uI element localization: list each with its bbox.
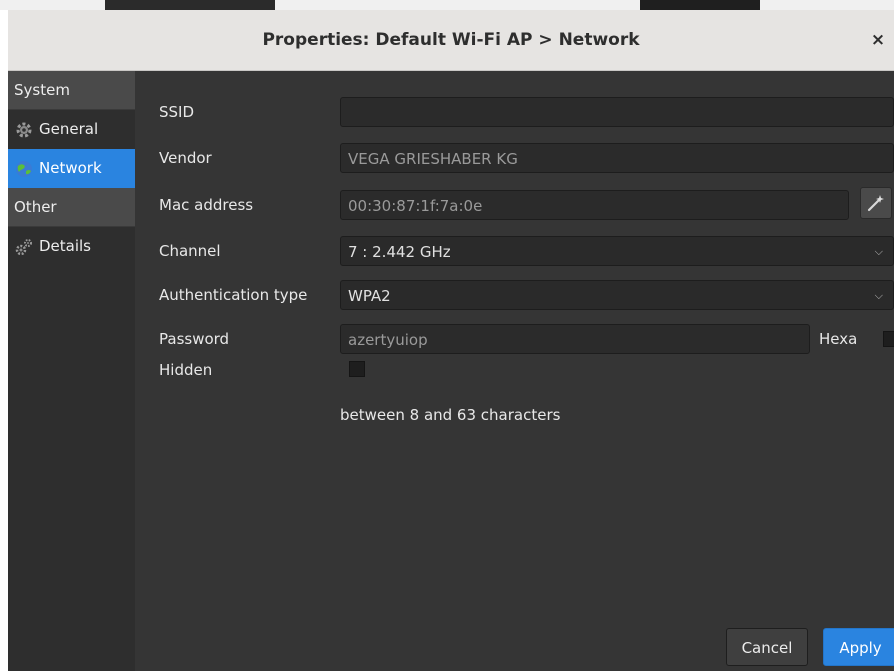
sidebar-item-network[interactable]: Network bbox=[8, 149, 135, 188]
sidebar-item-details[interactable]: Details bbox=[8, 227, 135, 266]
password-label: Password bbox=[159, 330, 230, 348]
globe-icon bbox=[16, 160, 32, 177]
authentication-type-value: WPA2 bbox=[348, 287, 391, 305]
sidebar-item-label: Details bbox=[39, 237, 92, 255]
desktop-background bbox=[0, 0, 894, 10]
properties-dialog: Properties: Default Wi-Fi AP > Network ×… bbox=[8, 10, 894, 671]
gear-icon bbox=[16, 122, 32, 137]
chevron-down-icon: ⌵ bbox=[874, 289, 883, 302]
hexa-checkbox[interactable] bbox=[883, 331, 894, 347]
gears-icon bbox=[15, 238, 32, 255]
ssid-label: SSID bbox=[159, 103, 195, 121]
close-icon[interactable]: × bbox=[866, 28, 890, 52]
sidebar-item-label: General bbox=[39, 120, 99, 138]
title-bar: Properties: Default Wi-Fi AP > Network × bbox=[8, 10, 894, 71]
ssid-input[interactable] bbox=[340, 97, 894, 127]
cancel-button[interactable]: Cancel bbox=[726, 628, 808, 666]
authentication-type-select[interactable]: WPA2 ⌵ bbox=[340, 280, 894, 310]
channel-select[interactable]: 7 : 2.442 GHz ⌵ bbox=[340, 236, 894, 266]
chevron-down-icon: ⌵ bbox=[874, 245, 883, 258]
generate-mac-button[interactable] bbox=[860, 187, 892, 219]
sidebar: System General Network Other Details bbox=[8, 71, 135, 671]
authentication-type-label: Authentication type bbox=[159, 286, 308, 304]
apply-button[interactable]: Apply bbox=[823, 628, 894, 666]
sidebar-item-label: Network bbox=[39, 159, 102, 177]
mac-address-label: Mac address bbox=[159, 196, 254, 214]
sidebar-item-general[interactable]: General bbox=[8, 110, 135, 149]
magic-wand-icon bbox=[867, 195, 884, 212]
mac-address-input[interactable]: 00:30:87:1f:7a:0e bbox=[340, 190, 849, 220]
hidden-label: Hidden bbox=[159, 361, 213, 379]
hidden-checkbox[interactable] bbox=[349, 361, 365, 377]
network-form: SSID Vendor VEGA GRIESHABER KG Mac addre… bbox=[135, 71, 894, 671]
channel-label: Channel bbox=[159, 242, 221, 260]
password-input[interactable]: azertyuiop bbox=[340, 324, 810, 354]
channel-value: 7 : 2.442 GHz bbox=[348, 243, 451, 261]
password-hint: between 8 and 63 characters bbox=[340, 406, 561, 424]
dialog-title: Properties: Default Wi-Fi AP > Network bbox=[262, 30, 640, 50]
vendor-label: Vendor bbox=[159, 149, 212, 167]
sidebar-header-other: Other bbox=[8, 188, 135, 227]
hexa-label: Hexa bbox=[819, 330, 858, 348]
sidebar-header-system: System bbox=[8, 71, 135, 110]
vendor-input[interactable]: VEGA GRIESHABER KG bbox=[340, 143, 894, 173]
